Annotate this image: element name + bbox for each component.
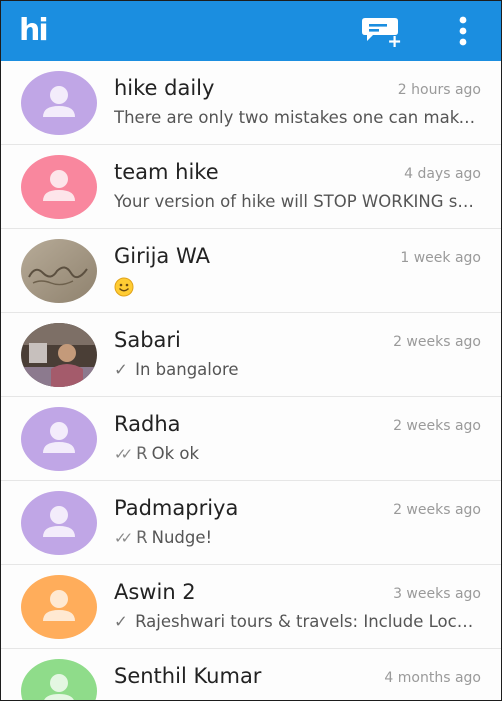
conversation-row[interactable]: Senthil Kumar 4 months ago	[1, 649, 501, 700]
timestamp: 2 weeks ago	[393, 334, 481, 350]
conversation-row[interactable]: Girija WA 1 week ago	[1, 229, 501, 313]
conversation-row[interactable]: hike daily 2 hours ago There are only tw…	[1, 61, 501, 145]
contact-name: team hike	[114, 160, 219, 184]
last-message: Ok ok	[151, 444, 200, 463]
conversation-row[interactable]: Aswin 2 3 weeks ago ✓ Rajeshwari tours &…	[1, 565, 501, 649]
last-message-line: ✓✓ R Nudge!	[114, 528, 476, 547]
conversation-row[interactable]: Padmapriya 2 weeks ago ✓✓ R Nudge!	[1, 481, 501, 565]
contact-name: Padmapriya	[114, 496, 239, 520]
timestamp: 4 days ago	[404, 166, 481, 182]
conversation-row[interactable]: Sabari 2 weeks ago ✓ In bangalore	[1, 313, 501, 397]
avatar-photo	[21, 323, 97, 387]
read-double-check-icon: ✓✓	[114, 529, 133, 547]
sent-check-icon: ✓	[114, 612, 128, 631]
read-double-check-icon: ✓✓	[114, 445, 133, 463]
contact-name: Sabari	[114, 328, 181, 352]
last-message-line: ✓ Rajeshwari tours & travels: Include Lo…	[114, 612, 476, 631]
timestamp: 2 hours ago	[397, 82, 481, 98]
app-bar: hi	[1, 1, 501, 61]
conversation-row[interactable]: team hike 4 days ago Your version of hik…	[1, 145, 501, 229]
avatar-placeholder	[21, 407, 97, 471]
hike-logo: hi	[19, 13, 49, 48]
conversation-row[interactable]: Radha 2 weeks ago ✓✓ R Ok ok	[1, 397, 501, 481]
timestamp: 4 months ago	[384, 670, 481, 686]
app-frame: hi hike daily 2 hours ago There are only…	[0, 0, 502, 701]
read-marker: R	[136, 444, 148, 463]
sent-check-icon: ✓	[114, 360, 128, 379]
last-message: In bangalore	[135, 360, 239, 379]
timestamp: 1 week ago	[400, 250, 481, 266]
avatar-photo	[21, 239, 97, 303]
contact-name: Radha	[114, 412, 181, 436]
last-message: Your version of hike will STOP WORKING s…	[114, 192, 476, 211]
timestamp: 3 weeks ago	[393, 586, 481, 602]
contact-name: Girija WA	[114, 244, 210, 268]
read-marker: R	[136, 528, 148, 547]
timestamp: 2 weeks ago	[393, 418, 481, 434]
avatar-placeholder	[21, 155, 97, 219]
new-message-icon[interactable]	[361, 14, 407, 48]
last-message: There are only two mistakes one can make…	[114, 108, 476, 127]
overflow-menu-icon[interactable]	[453, 15, 473, 47]
avatar-placeholder	[21, 71, 97, 135]
last-message-line: ✓ In bangalore	[114, 360, 476, 379]
smiley-emoji-icon	[114, 277, 134, 297]
last-message-line: ✓✓ R Ok ok	[114, 444, 476, 463]
timestamp: 2 weeks ago	[393, 502, 481, 518]
contact-name: hike daily	[114, 76, 215, 100]
conversation-list: hike daily 2 hours ago There are only tw…	[1, 61, 501, 700]
last-message: Rajeshwari tours & travels: Include Loca…	[135, 612, 476, 631]
contact-name: Aswin 2	[114, 580, 196, 604]
contact-name: Senthil Kumar	[114, 664, 262, 688]
avatar-placeholder	[21, 659, 97, 700]
avatar-placeholder	[21, 575, 97, 639]
avatar-placeholder	[21, 491, 97, 555]
last-message: Nudge!	[151, 528, 213, 547]
